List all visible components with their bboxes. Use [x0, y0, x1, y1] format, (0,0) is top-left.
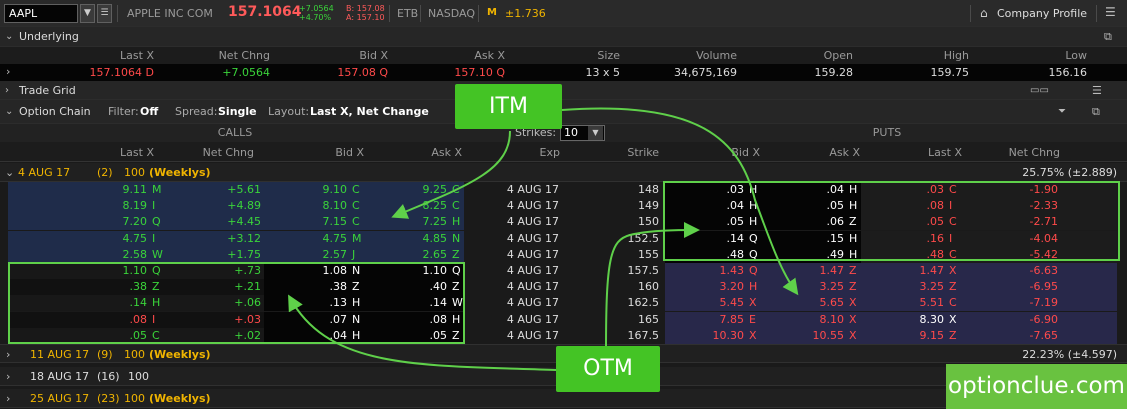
- watermark: optionclue.com: [946, 364, 1127, 409]
- itm-calls-arrow: [391, 130, 511, 219]
- otm-puts-arrow: [605, 222, 700, 351]
- otm-calls-arrow: [288, 294, 557, 371]
- otm-callout: OTM: [556, 346, 660, 392]
- itm-puts-arrow: [561, 107, 799, 296]
- itm-callout: ITM: [455, 84, 562, 129]
